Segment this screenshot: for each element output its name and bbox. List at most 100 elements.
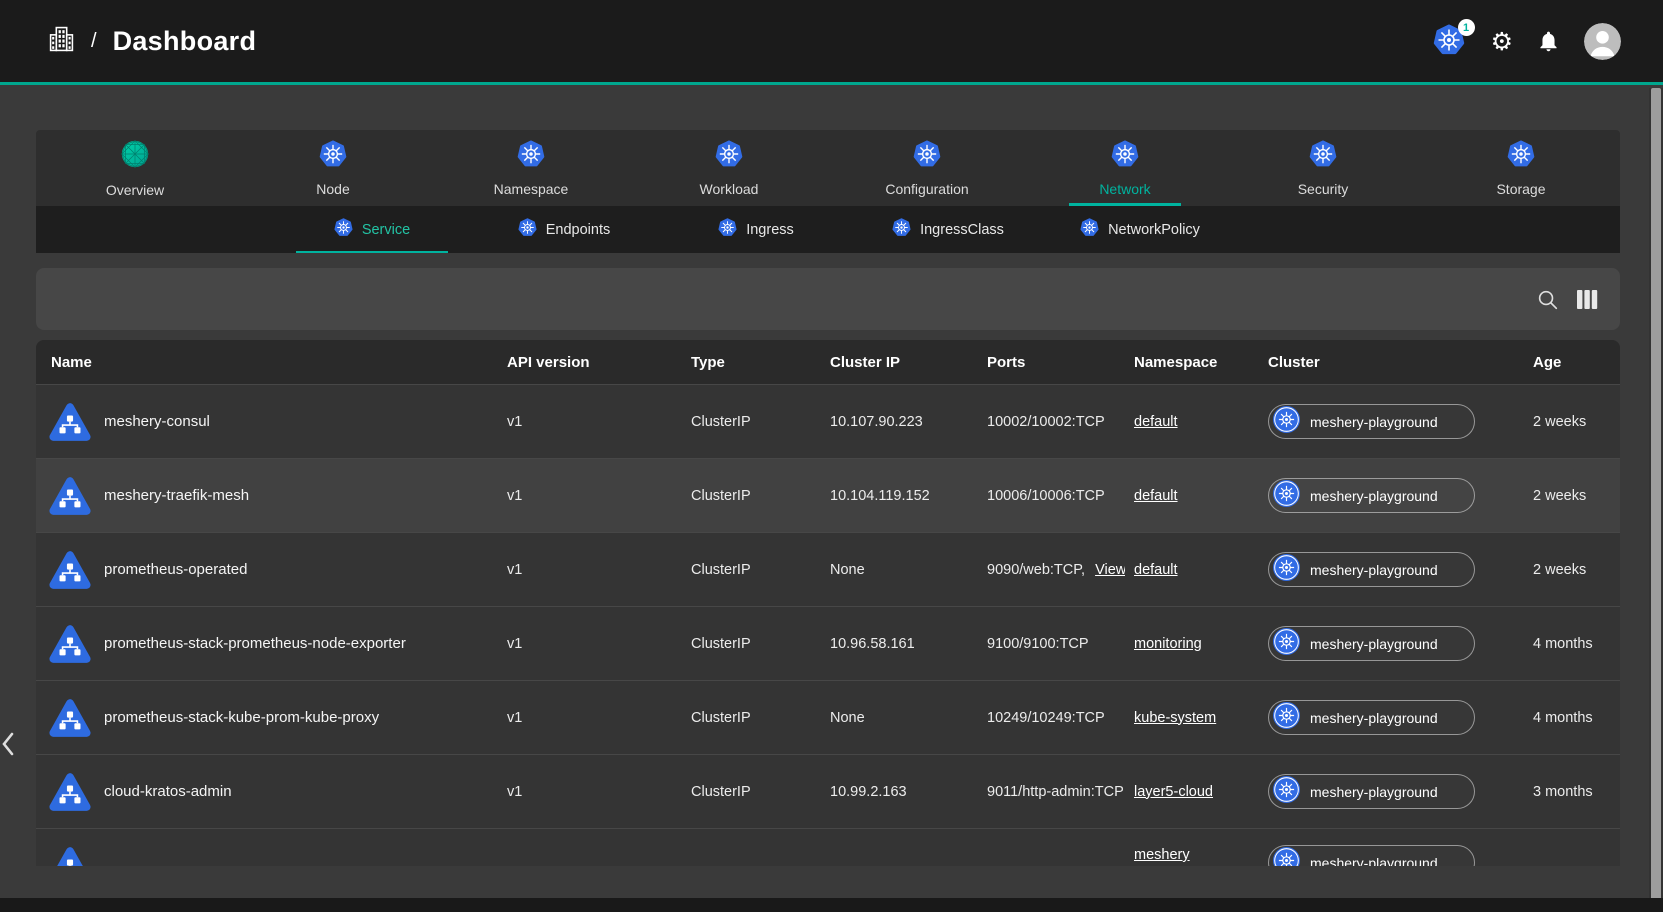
table-row[interactable]: cloud-kratos-admin v1 ClusterIP 10.99.2.… bbox=[36, 754, 1620, 828]
type-cell bbox=[680, 829, 820, 866]
cluster-cell: meshery-playground bbox=[1255, 459, 1490, 532]
table-row[interactable]: prometheus-stack-kube-prom-kube-proxy v1… bbox=[36, 680, 1620, 754]
meshery-icon bbox=[120, 139, 150, 174]
sub-tab-networkpolicy[interactable]: NetworkPolicy bbox=[1044, 206, 1236, 253]
type-cell: ClusterIP bbox=[680, 607, 820, 680]
vertical-scrollbar[interactable] bbox=[1649, 88, 1663, 912]
kubernetes-icon bbox=[517, 140, 545, 173]
table-header: NameAPI versionTypeCluster IPPortsNamesp… bbox=[36, 340, 1620, 384]
column-header-ports[interactable]: Ports bbox=[975, 340, 1125, 384]
settings-gear-icon[interactable]: ⚙ bbox=[1491, 29, 1513, 54]
main-tab-workload[interactable]: Workload bbox=[630, 130, 828, 206]
kubernetes-icon bbox=[518, 218, 537, 242]
service-icon bbox=[48, 549, 92, 591]
age-cell: 4 months bbox=[1490, 607, 1620, 680]
service-icon bbox=[48, 401, 92, 443]
scrollbar-thumb[interactable] bbox=[1651, 88, 1661, 912]
cluster-chip[interactable]: meshery-playground bbox=[1268, 774, 1475, 809]
kubernetes-icon bbox=[715, 140, 743, 173]
namespace-link[interactable]: meshery bbox=[1134, 847, 1190, 863]
sub-tab-ingressclass[interactable]: IngressClass bbox=[852, 206, 1044, 253]
ports-cell: 10006/10006:TCP bbox=[975, 459, 1125, 532]
user-avatar[interactable] bbox=[1584, 23, 1621, 60]
cluster-context-button[interactable]: 1 bbox=[1433, 24, 1467, 58]
age-cell: 2 weeks bbox=[1490, 459, 1620, 532]
table-row[interactable]: meshery-consul v1 ClusterIP 10.107.90.22… bbox=[36, 384, 1620, 458]
namespace-link[interactable]: kube-system bbox=[1134, 710, 1216, 726]
cluster-ip-cell: None bbox=[820, 681, 975, 754]
service-icon bbox=[48, 697, 92, 739]
cluster-cell: meshery-playground bbox=[1255, 829, 1490, 866]
search-icon[interactable] bbox=[1536, 288, 1559, 311]
sub-tab-ingress[interactable]: Ingress bbox=[660, 206, 852, 253]
cluster-chip[interactable]: meshery-playground bbox=[1268, 700, 1475, 735]
table-row[interactable]: meshery-traefik-mesh v1 ClusterIP 10.104… bbox=[36, 458, 1620, 532]
table-row[interactable]: meshery meshery-playground bbox=[36, 828, 1620, 866]
sub-tab-endpoints[interactable]: Endpoints bbox=[468, 206, 660, 253]
cluster-cell: meshery-playground bbox=[1255, 607, 1490, 680]
namespace-link[interactable]: default bbox=[1134, 562, 1178, 578]
kubernetes-icon bbox=[1507, 140, 1535, 173]
column-header-age[interactable]: Age bbox=[1490, 340, 1620, 384]
kubernetes-icon bbox=[1080, 218, 1099, 242]
kubernetes-icon bbox=[1273, 554, 1300, 585]
table-row[interactable]: prometheus-stack-prometheus-node-exporte… bbox=[36, 606, 1620, 680]
namespace-link[interactable]: monitoring bbox=[1134, 636, 1202, 652]
network-resource-tabs: Service Endpoints Ingress IngressClass bbox=[36, 206, 1620, 253]
breadcrumb-separator: / bbox=[91, 30, 97, 53]
ports-value: 9100/9100:TCP bbox=[987, 636, 1089, 652]
building-icon[interactable] bbox=[48, 24, 75, 59]
column-header-cluster[interactable]: Cluster bbox=[1255, 340, 1490, 384]
age-cell: 4 months bbox=[1490, 681, 1620, 754]
main-tab-configuration[interactable]: Configuration bbox=[828, 130, 1026, 206]
kubernetes-icon bbox=[1309, 140, 1337, 173]
view-all-link[interactable]: View all bbox=[1095, 562, 1125, 578]
type-cell: ClusterIP bbox=[680, 459, 820, 532]
type-cell: ClusterIP bbox=[680, 681, 820, 754]
column-header-cluster-ip[interactable]: Cluster IP bbox=[820, 340, 975, 384]
resource-category-tabs: Overview Node Namespace bbox=[36, 130, 1620, 206]
column-header-name[interactable]: Name bbox=[36, 340, 490, 384]
type-cell: ClusterIP bbox=[680, 755, 820, 828]
name-cell: meshery-consul bbox=[36, 385, 490, 458]
kubernetes-icon bbox=[1273, 776, 1300, 807]
cluster-cell: meshery-playground bbox=[1255, 755, 1490, 828]
column-header-api-version[interactable]: API version bbox=[490, 340, 680, 384]
collapse-drawer-button[interactable] bbox=[0, 727, 22, 761]
service-icon bbox=[48, 623, 92, 665]
sub-tab-service[interactable]: Service bbox=[276, 206, 468, 253]
namespace-cell: layer5-cloud bbox=[1125, 755, 1255, 828]
main-tab-overview[interactable]: Overview bbox=[36, 130, 234, 206]
service-icon bbox=[48, 771, 92, 813]
cluster-chip[interactable]: meshery-playground bbox=[1268, 404, 1475, 439]
namespace-link[interactable]: default bbox=[1134, 414, 1178, 430]
services-table: NameAPI versionTypeCluster IPPortsNamesp… bbox=[36, 340, 1620, 866]
cluster-ip-cell: 10.104.119.152 bbox=[820, 459, 975, 532]
column-header-type[interactable]: Type bbox=[680, 340, 820, 384]
cluster-chip[interactable]: meshery-playground bbox=[1268, 626, 1475, 661]
table-row[interactable]: prometheus-operated v1 ClusterIP None 90… bbox=[36, 532, 1620, 606]
name-cell: meshery-traefik-mesh bbox=[36, 459, 490, 532]
main-tab-storage[interactable]: Storage bbox=[1422, 130, 1620, 206]
namespace-link[interactable]: layer5-cloud bbox=[1134, 784, 1213, 800]
cluster-chip[interactable]: meshery-playground bbox=[1268, 552, 1475, 587]
kubernetes-icon bbox=[718, 218, 737, 242]
namespace-cell: kube-system bbox=[1125, 681, 1255, 754]
main-tab-node[interactable]: Node bbox=[234, 130, 432, 206]
view-columns-icon[interactable] bbox=[1577, 290, 1598, 309]
cluster-cell: meshery-playground bbox=[1255, 385, 1490, 458]
main-tab-namespace[interactable]: Namespace bbox=[432, 130, 630, 206]
main-tab-network[interactable]: Network bbox=[1026, 130, 1224, 206]
table-body: meshery-consul v1 ClusterIP 10.107.90.22… bbox=[36, 384, 1620, 866]
namespace-link[interactable]: default bbox=[1134, 488, 1178, 504]
ports-cell bbox=[975, 829, 1125, 866]
ports-value: 10006/10006:TCP bbox=[987, 488, 1105, 504]
kubernetes-icon bbox=[1273, 702, 1300, 733]
namespace-cell: default bbox=[1125, 459, 1255, 532]
main-tab-security[interactable]: Security bbox=[1224, 130, 1422, 206]
cluster-chip[interactable]: meshery-playground bbox=[1268, 845, 1475, 866]
breadcrumb: / Dashboard bbox=[48, 24, 256, 59]
cluster-chip[interactable]: meshery-playground bbox=[1268, 478, 1475, 513]
notifications-bell-icon[interactable] bbox=[1537, 30, 1560, 53]
column-header-namespace[interactable]: Namespace bbox=[1125, 340, 1255, 384]
